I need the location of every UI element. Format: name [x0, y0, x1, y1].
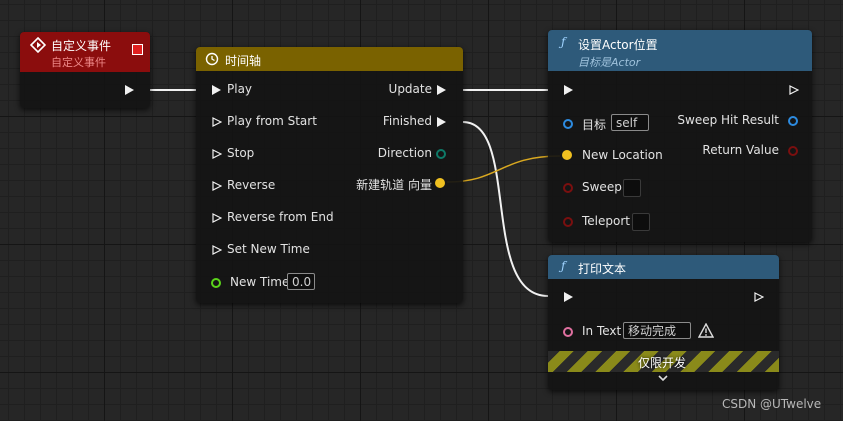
target-input[interactable]: self	[611, 114, 649, 131]
new-location-pin[interactable]	[562, 150, 572, 160]
finished-label: Finished	[382, 114, 432, 128]
new-time-pin[interactable]	[211, 278, 221, 288]
sweep-pin[interactable]	[563, 183, 573, 193]
in-text-input[interactable]: 移动完成	[623, 322, 691, 339]
set-actor-location-node[interactable]: ƒ 设置Actor位置 目标是Actor 目标 self New Locatio…	[548, 30, 812, 242]
return-value-label: Return Value	[702, 143, 779, 157]
new-time-label: New Time	[230, 275, 290, 289]
watermark: CSDN @UTwelve	[722, 397, 822, 411]
timeline-node[interactable]: 时间轴 Play Play from Start Stop Reverse Re…	[196, 47, 463, 303]
set-location-exec-in-pin[interactable]	[564, 85, 573, 95]
vector-track-label: 新建轨道 向量	[356, 178, 432, 192]
new-time-input[interactable]: 0.0	[287, 273, 315, 290]
teleport-pin[interactable]	[563, 217, 573, 227]
direction-pin[interactable]	[436, 149, 446, 159]
play-label: Play	[227, 82, 253, 96]
teleport-checkbox[interactable]	[632, 213, 650, 231]
in-text-pin[interactable]	[563, 327, 573, 337]
new-location-label: New Location	[582, 148, 663, 162]
sweep-hit-result-label: Sweep Hit Result	[677, 113, 779, 127]
clock-icon	[205, 52, 219, 66]
reverse-from-end-label: Reverse from End	[227, 210, 334, 224]
function-icon: ƒ	[561, 35, 566, 49]
custom-event-title: 自定义事件	[51, 39, 112, 53]
print-function-icon: ƒ	[561, 259, 566, 273]
direction-label: Direction	[377, 146, 432, 160]
event-delegate-pin[interactable]	[132, 44, 143, 55]
chevron-down-icon[interactable]	[658, 375, 668, 383]
teleport-label: Teleport	[582, 214, 630, 228]
return-value-pin[interactable]	[788, 146, 798, 156]
exec-wire-finished-to-print	[462, 121, 549, 297]
event-diamond-icon	[30, 37, 46, 53]
print-string-node[interactable]: ƒ 打印文本 In Text 移动完成 仅限开发	[548, 255, 779, 390]
sweep-label: Sweep	[582, 180, 622, 194]
sweep-checkbox[interactable]	[623, 179, 641, 197]
target-label: 目标	[582, 118, 607, 132]
update-pin[interactable]	[437, 85, 446, 95]
custom-event-subtitle: 自定义事件	[51, 56, 106, 69]
dev-only-label: 仅限开发	[638, 356, 687, 370]
set-location-title: 设置Actor位置	[578, 38, 658, 52]
update-label: Update	[388, 82, 432, 96]
set-new-time-label: Set New Time	[227, 242, 310, 256]
stop-label: Stop	[227, 146, 255, 160]
timeline-title: 时间轴	[225, 54, 262, 68]
in-text-label: In Text	[582, 324, 622, 338]
target-pin[interactable]	[563, 119, 573, 129]
play-pin[interactable]	[212, 85, 221, 95]
custom-event-node[interactable]: 自定义事件 自定义事件	[20, 32, 150, 108]
set-location-subtitle: 目标是Actor	[578, 56, 641, 69]
event-exec-out-pin[interactable]	[125, 85, 134, 95]
vector-wire-track-to-location	[446, 155, 561, 183]
sweep-hit-result-pin[interactable]	[788, 116, 798, 126]
play-from-start-label: Play from Start	[227, 114, 317, 128]
print-exec-in-pin[interactable]	[564, 292, 573, 302]
reverse-label: Reverse	[227, 178, 276, 192]
finished-pin[interactable]	[437, 117, 446, 127]
vector-track-pin[interactable]	[435, 178, 445, 188]
print-title: 打印文本	[578, 262, 627, 276]
warning-icon	[698, 323, 714, 338]
